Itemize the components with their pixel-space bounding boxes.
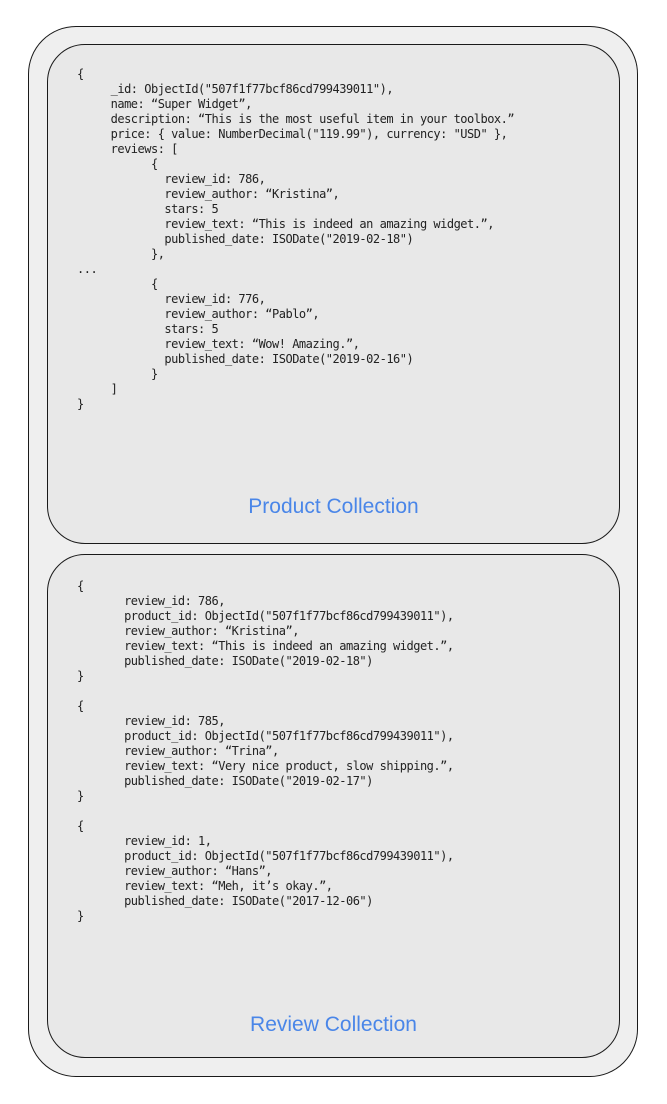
product-document-code: { _id: ObjectId("507f1f77bcf86cd79943901… [77, 67, 515, 411]
review-collection-label: Review Collection [250, 1013, 417, 1036]
review-document: { review_id: 786, product_id: ObjectId("… [77, 579, 454, 683]
review-collection-panel: { review_id: 786, product_id: ObjectId("… [47, 554, 620, 1058]
product-collection-panel: { _id: ObjectId("507f1f77bcf86cd79943901… [47, 44, 620, 544]
review-documents-code: { review_id: 786, product_id: ObjectId("… [77, 579, 454, 924]
review-document: { review_id: 1, product_id: ObjectId("50… [77, 819, 454, 923]
product-collection-label: Product Collection [248, 495, 419, 518]
review-document: { review_id: 785, product_id: ObjectId("… [77, 699, 454, 803]
